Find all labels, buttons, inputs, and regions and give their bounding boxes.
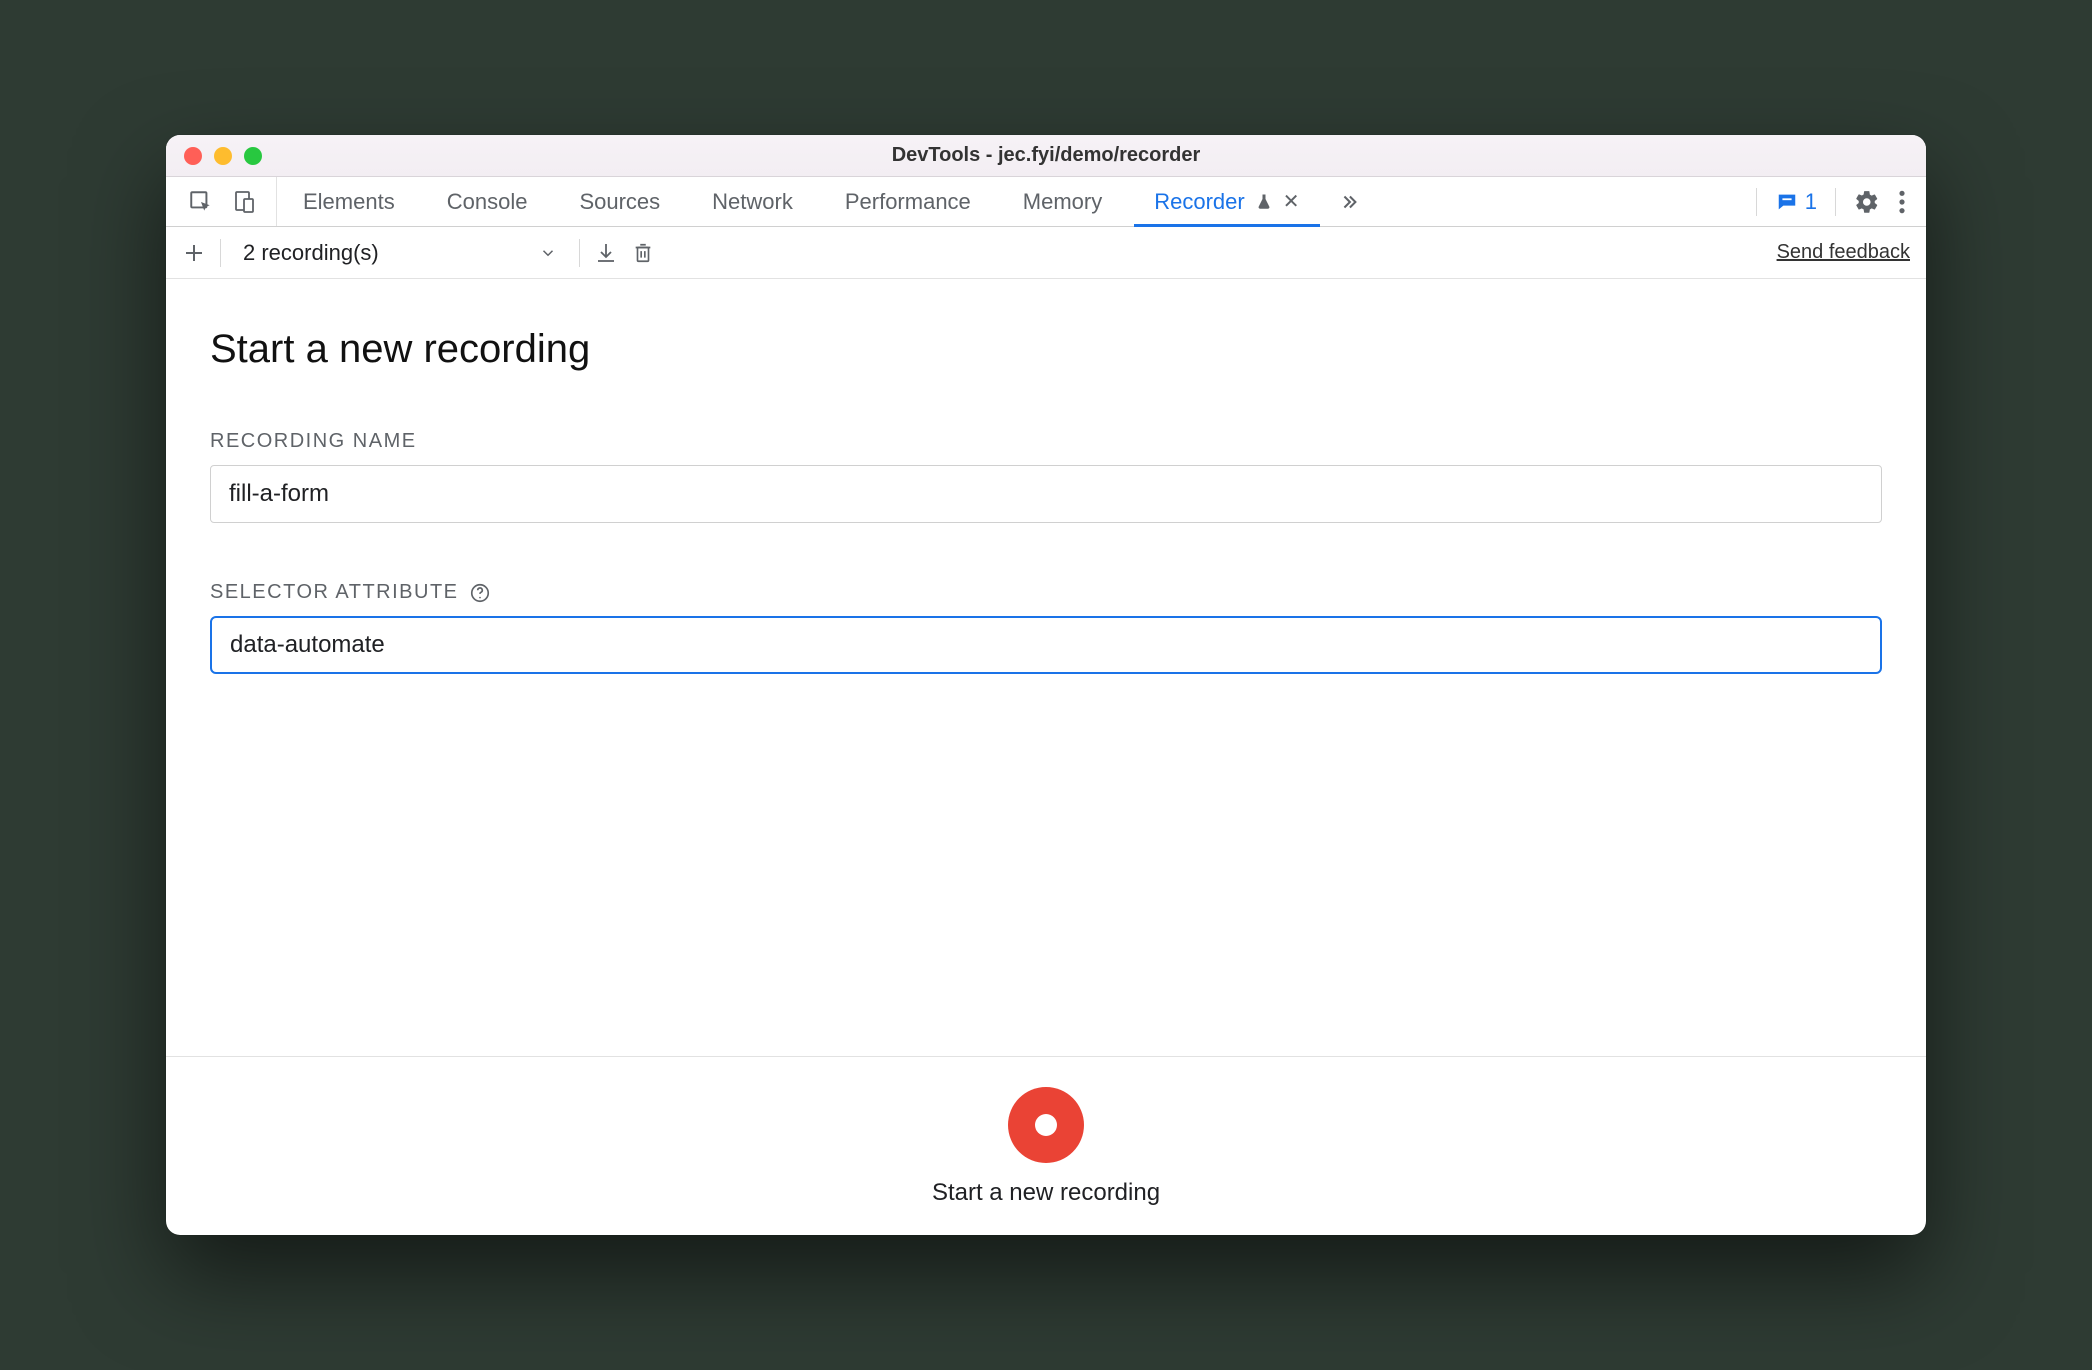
label-text: RECORDING NAME [210, 430, 417, 453]
titlebar: DevTools - jec.fyi/demo/recorder [166, 135, 1926, 177]
new-recording-icon[interactable] [182, 241, 206, 265]
recorder-toolbar: 2 recording(s) Send feedback [166, 227, 1926, 279]
settings-gear-icon[interactable] [1854, 189, 1880, 215]
more-vert-icon[interactable] [1898, 189, 1906, 215]
tab-console[interactable]: Console [421, 177, 554, 226]
label-text: SELECTOR ATTRIBUTE [210, 581, 459, 604]
chevron-double-right-icon [1338, 191, 1360, 213]
tab-label: Network [712, 189, 793, 215]
panel-tabs: Elements Console Sources Network Perform… [277, 177, 1372, 226]
tab-recorder[interactable]: Recorder ✕ [1128, 177, 1325, 226]
start-recording-label: Start a new recording [932, 1179, 1160, 1207]
tab-sources[interactable]: Sources [553, 177, 686, 226]
selector-attribute-field: SELECTOR ATTRIBUTE [210, 581, 1882, 674]
tab-memory[interactable]: Memory [997, 177, 1128, 226]
tab-label: Console [447, 189, 528, 215]
delete-trash-icon[interactable] [632, 241, 654, 265]
issues-count: 1 [1805, 189, 1817, 215]
record-dot-icon [1035, 1114, 1057, 1136]
issues-button[interactable]: 1 [1775, 189, 1817, 215]
dropdown-label: 2 recording(s) [243, 240, 379, 266]
recording-name-field: RECORDING NAME [210, 430, 1882, 523]
window-title: DevTools - jec.fyi/demo/recorder [166, 144, 1926, 167]
start-recording-button[interactable] [1008, 1087, 1084, 1163]
tab-elements[interactable]: Elements [277, 177, 421, 226]
recorder-footer: Start a new recording [166, 1056, 1926, 1235]
page-title: Start a new recording [210, 327, 1882, 372]
issues-icon [1775, 191, 1799, 213]
more-tabs-button[interactable] [1326, 177, 1372, 226]
tab-label: Performance [845, 189, 971, 215]
divider [1835, 188, 1836, 216]
recorder-content: Start a new recording RECORDING NAME SEL… [166, 279, 1926, 1056]
close-tab-icon[interactable]: ✕ [1283, 189, 1300, 214]
zoom-window-button[interactable] [244, 147, 262, 165]
inspect-element-icon[interactable] [188, 189, 214, 215]
minimize-window-button[interactable] [214, 147, 232, 165]
traffic-lights [166, 147, 262, 165]
tab-network[interactable]: Network [686, 177, 819, 226]
close-window-button[interactable] [184, 147, 202, 165]
recording-name-input[interactable] [210, 465, 1882, 523]
divider [1756, 188, 1757, 216]
tab-label: Recorder [1154, 189, 1244, 215]
recording-name-label: RECORDING NAME [210, 430, 1882, 453]
tab-label: Memory [1023, 189, 1102, 215]
devtools-window: DevTools - jec.fyi/demo/recorder Element… [166, 135, 1926, 1235]
export-download-icon[interactable] [594, 241, 618, 265]
tab-label: Sources [579, 189, 660, 215]
divider [579, 239, 580, 267]
chevron-down-icon [539, 244, 557, 262]
tab-performance[interactable]: Performance [819, 177, 997, 226]
divider [220, 239, 221, 267]
experiment-flask-icon [1255, 192, 1273, 212]
help-icon[interactable] [469, 582, 491, 604]
tab-label: Elements [303, 189, 395, 215]
selector-attribute-input[interactable] [210, 616, 1882, 674]
device-toolbar-icon[interactable] [232, 189, 256, 215]
tabstrip: Elements Console Sources Network Perform… [166, 177, 1926, 227]
send-feedback-link[interactable]: Send feedback [1777, 241, 1910, 264]
selector-attribute-label: SELECTOR ATTRIBUTE [210, 581, 1882, 604]
recordings-dropdown[interactable]: 2 recording(s) [235, 236, 565, 270]
